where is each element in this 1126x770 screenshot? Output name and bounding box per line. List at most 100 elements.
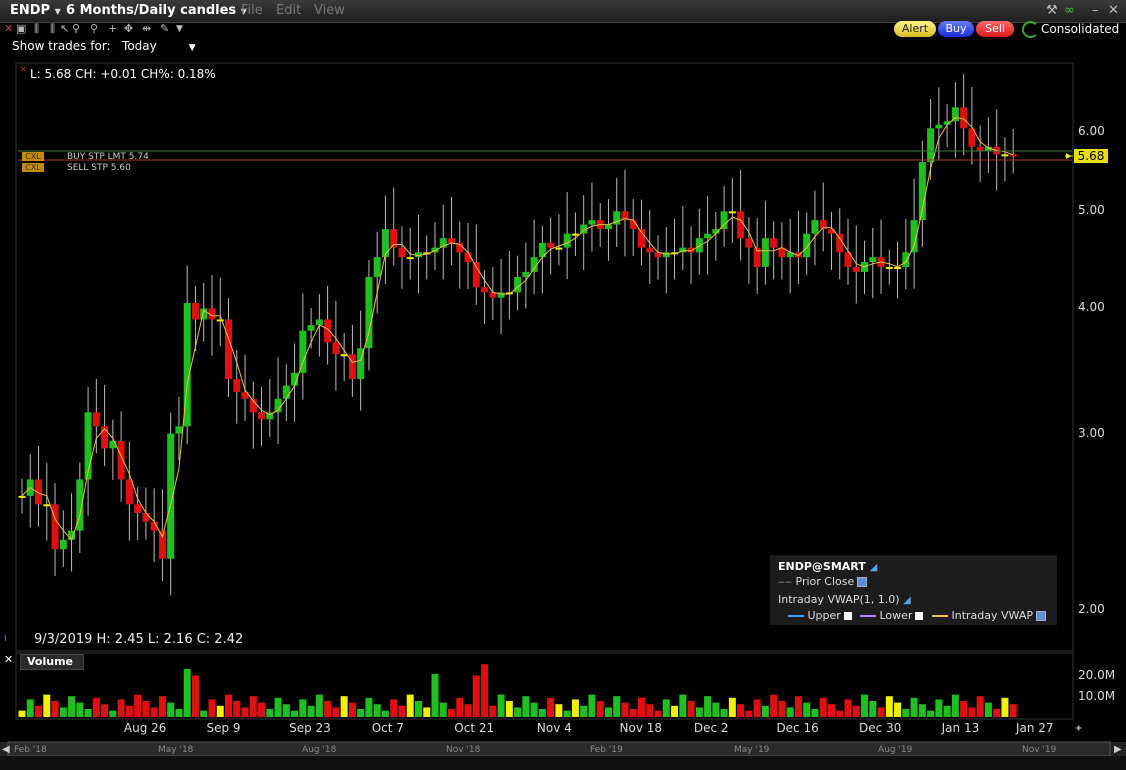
volume-bar (505, 701, 513, 717)
volume-bar (208, 699, 216, 717)
volume-bar (299, 699, 307, 717)
lower-checkbox[interactable] (915, 612, 924, 620)
candle (745, 238, 753, 248)
candle (92, 412, 100, 427)
volume-layer (18, 664, 1017, 717)
lower-label: Lower (879, 609, 913, 622)
volume-bar (993, 709, 1001, 717)
year-tick-label: May '18 (158, 745, 194, 755)
volume-bar (803, 702, 811, 717)
close-x-icon[interactable]: ✕ (20, 65, 27, 74)
volume-bar (398, 705, 406, 717)
upper-checkbox[interactable] (843, 612, 852, 620)
volume-bar (704, 696, 712, 717)
cxl-sell-badge[interactable]: CXL (22, 163, 44, 172)
year-tick-label: Nov '19 (1022, 745, 1057, 755)
edit-icon[interactable]: ◢ (903, 595, 911, 606)
volume-bar (869, 701, 877, 717)
volume-bar (282, 704, 290, 717)
volume-bar (183, 669, 191, 717)
volume-bar (927, 710, 935, 717)
chart-header-quote: L: 5.68 CH: +0.01 CH%: 0.18% (30, 67, 216, 81)
candle (902, 252, 910, 267)
candle (836, 233, 844, 253)
x-tick-label: Dec 30 (859, 721, 902, 735)
volume-bar (910, 697, 918, 717)
x-tick-label: Sep 9 (206, 721, 241, 735)
volume-bar (1009, 704, 1017, 717)
volume-bar (613, 696, 621, 717)
candle (960, 107, 968, 129)
candle (728, 211, 736, 214)
candle (1001, 154, 1009, 157)
volume-bar (770, 694, 778, 717)
volume-bar (530, 702, 538, 717)
upper-swatch (788, 615, 804, 617)
bar-info-icon[interactable]: ⫮ (4, 633, 7, 644)
legend-lower[interactable]: Lower (860, 609, 924, 622)
prior-close-checkbox[interactable] (857, 577, 868, 587)
volume-bar (233, 701, 241, 717)
candle (315, 319, 323, 326)
volume-bar (266, 709, 274, 717)
volume-bar (514, 707, 522, 717)
volume-bar (737, 704, 745, 717)
volume-label[interactable]: Volume (20, 654, 84, 670)
volume-bar (836, 710, 844, 717)
volume-bar (852, 705, 860, 717)
legend-vwap[interactable]: Intraday VWAP (932, 609, 1046, 622)
edit-icon[interactable]: ◢ (870, 562, 878, 573)
legend-vwap-title[interactable]: Intraday VWAP(1, 1.0) ◢ (778, 593, 911, 606)
volume-bar (638, 697, 645, 717)
scroll-right-icon[interactable]: ▶ (1114, 744, 1122, 755)
candle (332, 342, 340, 355)
cxl-buy-badge[interactable]: CXL (22, 152, 44, 161)
candle (976, 146, 984, 151)
footer-bar (0, 756, 1126, 770)
volume-bar (464, 704, 472, 717)
scroll-end-icon[interactable]: ✦ (1074, 722, 1083, 735)
scroll-left-icon[interactable]: ◀ (2, 744, 10, 755)
volume-bar (167, 702, 175, 717)
volume-bar (175, 709, 183, 717)
volume-bar (894, 702, 902, 717)
volume-bar (84, 709, 92, 717)
volume-bar (481, 664, 489, 717)
volume-bar (18, 710, 26, 717)
candle (299, 330, 307, 373)
buy-order-label[interactable]: BUY STP LMT 5.74 (67, 152, 149, 162)
x-tick-label: Dec 16 (776, 721, 819, 735)
upper-label: Upper (807, 609, 841, 622)
prior-close-label: Prior Close (795, 575, 855, 588)
vwap-checkbox[interactable] (1035, 611, 1046, 621)
volume-bar (811, 709, 819, 717)
volume-bar (522, 696, 530, 717)
candle (761, 238, 769, 267)
candle (646, 247, 654, 253)
volume-bar (423, 707, 431, 717)
candle (175, 426, 183, 434)
candle (125, 479, 133, 505)
y-tick-label: 6.00 (1078, 124, 1105, 138)
candle (869, 257, 877, 263)
candle (811, 220, 819, 234)
volume-bar (646, 704, 654, 717)
candle (852, 266, 860, 272)
chart-canvas[interactable] (0, 0, 1126, 770)
volume-bar (117, 699, 125, 717)
candle (225, 319, 232, 380)
year-tick-label: May '19 (734, 745, 770, 755)
candle (472, 262, 480, 288)
candles-layer (18, 73, 1017, 596)
legend-prior-close[interactable]: ‒‒ Prior Close (778, 575, 868, 588)
dash-line-icon: ‒‒ (778, 575, 792, 588)
candle (365, 276, 373, 349)
volume-bar (621, 702, 629, 717)
legend-upper[interactable]: Upper (788, 609, 852, 622)
study-legend[interactable]: ENDP@SMART ◢ ‒‒ Prior Close Intraday VWA… (770, 555, 1057, 625)
close-volume-icon[interactable]: ✕ (4, 653, 13, 666)
sell-order-label[interactable]: SELL STP 5.60 (67, 163, 131, 173)
candle (142, 512, 150, 522)
candle (307, 325, 315, 331)
volume-bar (563, 710, 571, 717)
